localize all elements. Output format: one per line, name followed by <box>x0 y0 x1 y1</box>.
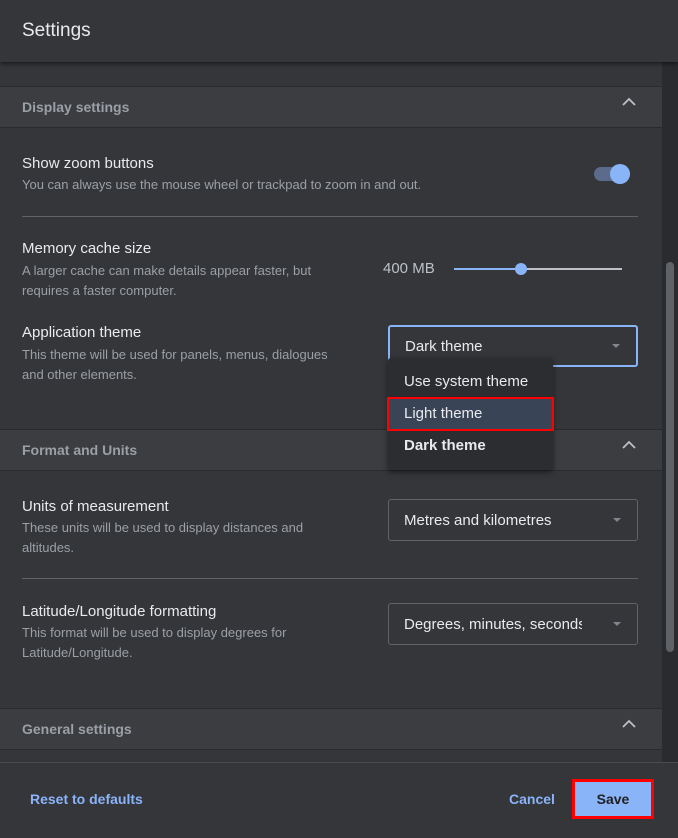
menu-item-light-theme[interactable]: Light theme <box>387 397 554 431</box>
latlon-title: Latitude/Longitude formatting <box>22 603 217 620</box>
scrollbar-thumb[interactable] <box>666 262 674 652</box>
latlon-selected-value: Degrees, minutes, seconds <box>404 615 582 633</box>
units-select[interactable]: Metres and kilometres <box>388 499 638 541</box>
dialog-header: Settings <box>0 0 678 62</box>
theme-dropdown-menu: Use system theme Light theme Dark theme <box>387 358 554 470</box>
dropdown-arrow-icon <box>613 622 621 626</box>
cancel-button[interactable]: Cancel <box>509 791 555 807</box>
dialog-footer: Reset to defaults Cancel Save <box>0 762 678 838</box>
theme-desc: This theme will be used for panels, menu… <box>22 347 328 362</box>
cache-title: Memory cache size <box>22 240 152 257</box>
section-title: General settings <box>22 721 132 737</box>
divider <box>22 216 638 217</box>
cache-desc: requires a faster computer. <box>22 283 177 298</box>
reset-defaults-button[interactable]: Reset to defaults <box>30 791 143 807</box>
section-display-settings[interactable]: Display settings <box>0 86 662 128</box>
menu-item-system-theme[interactable]: Use system theme <box>388 366 553 398</box>
zoom-buttons-title: Show zoom buttons <box>22 155 154 172</box>
menu-item-dark-theme[interactable]: Dark theme <box>388 430 553 462</box>
zoom-buttons-toggle[interactable] <box>594 164 630 184</box>
theme-selected-value: Dark theme <box>405 337 483 355</box>
dialog-title: Settings <box>22 20 91 41</box>
section-title: Display settings <box>22 99 130 115</box>
latlon-select[interactable]: Degrees, minutes, seconds <box>388 603 638 645</box>
cache-desc: A larger cache can make details appear f… <box>22 263 312 278</box>
dropdown-arrow-icon <box>612 344 620 348</box>
cache-slider[interactable] <box>454 263 622 275</box>
cache-value: 400 MB <box>383 260 435 277</box>
units-desc: These units will be used to display dist… <box>22 520 304 535</box>
latlon-desc: This format will be used to display degr… <box>22 625 287 640</box>
slider-handle[interactable] <box>515 263 528 275</box>
chevron-up-icon[interactable] <box>622 438 636 452</box>
dropdown-arrow-icon <box>613 518 621 522</box>
section-format-units[interactable]: Format and Units <box>0 429 662 471</box>
theme-desc: and other elements. <box>22 367 137 382</box>
latlon-desc: Latitude/Longitude. <box>22 645 133 660</box>
units-title: Units of measurement <box>22 498 169 515</box>
zoom-buttons-desc: You can always use the mouse wheel or tr… <box>22 177 422 192</box>
section-general-settings[interactable]: General settings <box>0 708 662 750</box>
chevron-up-icon[interactable] <box>622 95 636 109</box>
divider <box>22 578 638 579</box>
section-title: Format and Units <box>22 442 138 458</box>
units-selected-value: Metres and kilometres <box>404 511 552 529</box>
theme-title: Application theme <box>22 324 142 341</box>
save-button[interactable]: Save <box>572 779 654 819</box>
units-desc: altitudes. <box>22 540 75 555</box>
chevron-up-icon[interactable] <box>622 717 636 731</box>
